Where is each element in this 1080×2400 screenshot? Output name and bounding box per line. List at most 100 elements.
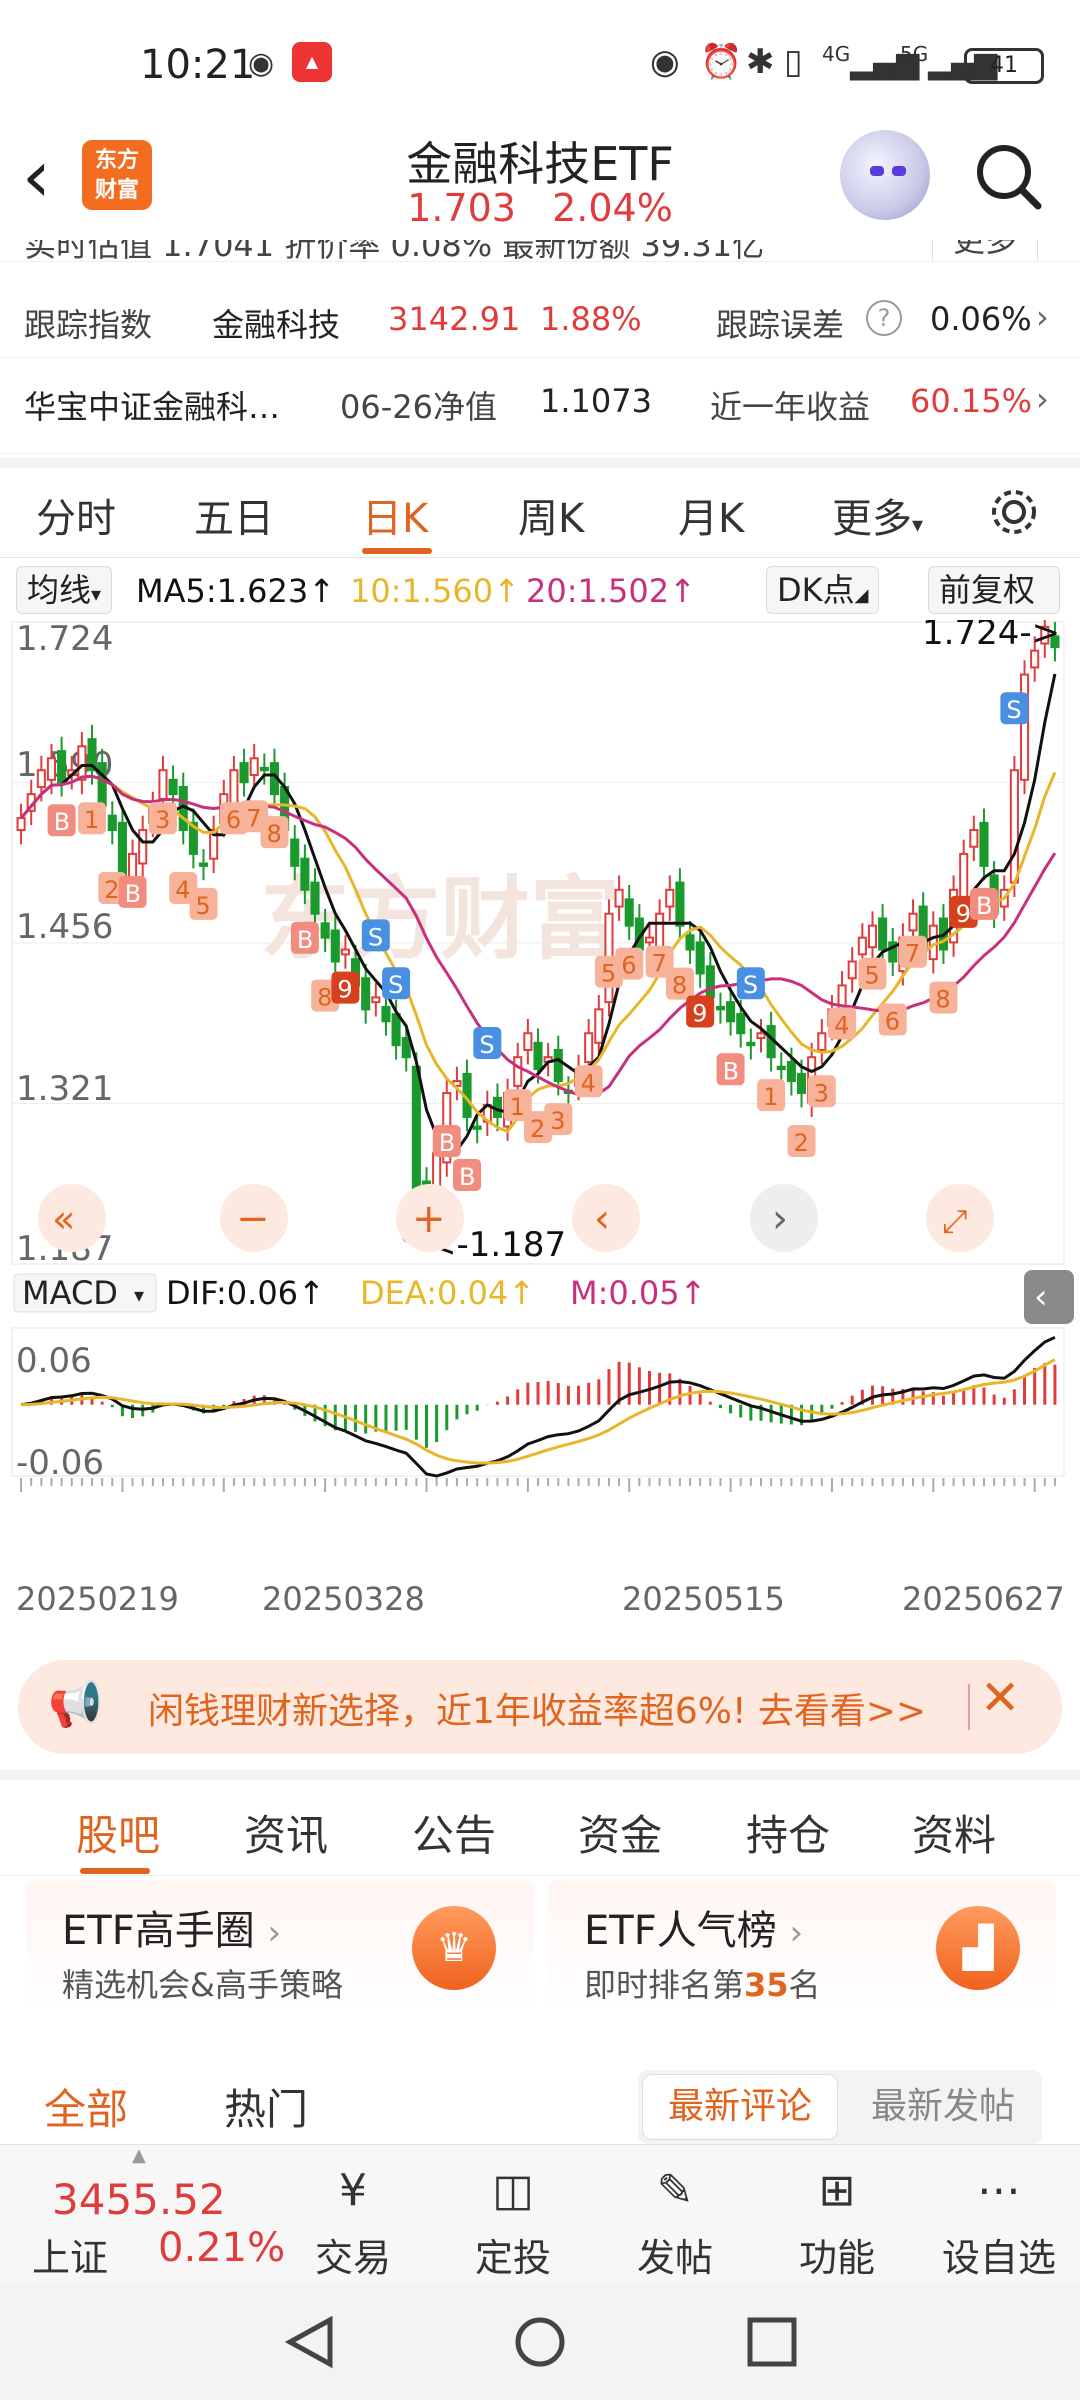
- signal-label: 2: [104, 876, 119, 904]
- add-watchlist-button[interactable]: ⋯ 设自选: [934, 2155, 1064, 2282]
- info-row-1: 跟踪指数 金融科技 3142.91 1.88% 跟踪误差 ? 0.06% ›: [0, 278, 1080, 358]
- help-icon[interactable]: ?: [866, 300, 902, 336]
- adjust-select[interactable]: 前复权: [928, 566, 1060, 614]
- nav-back-icon[interactable]: [282, 2314, 338, 2370]
- period-tabs: 分时 五日 日K 周K 月K 更多▾: [0, 458, 1080, 558]
- tab-daily-k[interactable]: 日K: [362, 486, 428, 544]
- max-price-label: 1.724->: [922, 620, 1060, 653]
- etf-expert-circle-card[interactable]: ETF高手圈 › 精选机会&高手策略 ♛: [26, 1880, 534, 2010]
- candle-body: [533, 1041, 543, 1071]
- tab-funds[interactable]: 资金: [578, 1802, 662, 1863]
- candle-body: [715, 1005, 725, 1011]
- filter-all[interactable]: 全部: [44, 2076, 128, 2137]
- date-axis-ticks: [20, 1478, 1056, 1492]
- rank-prefix: 即时排名第: [584, 1966, 745, 2004]
- tab-more[interactable]: 更多▾: [832, 486, 923, 544]
- filter-hot[interactable]: 热门: [224, 2076, 308, 2137]
- candle-body: [158, 769, 168, 800]
- candle-body: [908, 912, 918, 932]
- current-price: 1.703: [407, 186, 516, 230]
- candle-body: [1009, 769, 1019, 884]
- ad-text[interactable]: 闲钱理财新选择，近1年收益率超6%! 去看看>>: [148, 1682, 926, 1734]
- macd-dif: DIF:0.06↑: [166, 1274, 325, 1312]
- tab-announcements[interactable]: 公告: [412, 1802, 496, 1863]
- post-label: 发帖: [636, 2236, 713, 2280]
- tab-five-day[interactable]: 五日: [194, 486, 274, 544]
- tab-news[interactable]: 资讯: [244, 1802, 328, 1863]
- candle-body: [857, 936, 867, 956]
- candle-body: [330, 929, 340, 963]
- tab-profile[interactable]: 资料: [912, 1802, 996, 1863]
- candle-body: [320, 922, 330, 939]
- candle-body: [97, 762, 107, 808]
- chevron-right-icon[interactable]: ›: [1036, 298, 1049, 336]
- candle-body: [1019, 673, 1030, 781]
- ad-banner[interactable]: 📢 闲钱理财新选择，近1年收益率超6%! 去看看>> ✕: [18, 1660, 1062, 1754]
- back-icon[interactable]: ‹: [22, 140, 82, 214]
- card-title-text: ETF人气榜: [584, 1908, 777, 1954]
- logo-line2: 财富: [94, 178, 139, 203]
- candle-body: [685, 934, 695, 951]
- tab-guba[interactable]: 股吧: [76, 1802, 160, 1863]
- signal-label: 9: [692, 999, 707, 1027]
- candle-body: [553, 1049, 563, 1083]
- settings-gear-icon[interactable]: [986, 484, 1042, 540]
- collapse-panel-button[interactable]: [1024, 1270, 1074, 1324]
- candle-body: [249, 757, 259, 777]
- page-title: 金融科技ETF: [406, 137, 674, 191]
- grid-icon: ⊞: [818, 2165, 856, 2216]
- app-logo[interactable]: 东方 财富: [82, 140, 152, 210]
- candle-body: [138, 829, 148, 865]
- tab-monthly-k[interactable]: 月K: [678, 486, 744, 544]
- candle-body: [168, 778, 178, 796]
- nav-date-label: 06-26净值: [340, 388, 497, 426]
- caret-up-icon[interactable]: ▲: [132, 2145, 146, 2166]
- one-year-return-label: 近一年收益: [710, 388, 871, 426]
- signal-label: 6: [621, 952, 636, 980]
- rank-number: 35: [744, 1966, 789, 2004]
- add-watchlist-label: 设自选: [941, 2236, 1056, 2280]
- candle-body: [655, 912, 665, 949]
- sort-segment: 最新评论 最新发帖: [638, 2070, 1042, 2144]
- assistant-robot-icon[interactable]: [840, 130, 930, 220]
- chevron-right-icon[interactable]: ›: [1036, 380, 1049, 418]
- signal-label: 3: [155, 806, 170, 834]
- sh-index-value[interactable]: 3455.52: [52, 2175, 226, 2224]
- chevron-right-icon: ›: [789, 1913, 804, 1953]
- nav-recents-icon[interactable]: [744, 2314, 800, 2370]
- macd-m: M:0.05↑: [570, 1274, 706, 1312]
- tab-holdings[interactable]: 持仓: [746, 1802, 830, 1863]
- fixed-invest-button[interactable]: ◫ 定投: [448, 2155, 578, 2282]
- signal-label: 3: [550, 1107, 565, 1135]
- functions-button[interactable]: ⊞ 功能: [772, 2155, 902, 2282]
- ma-select[interactable]: 均线▾: [16, 566, 113, 614]
- signal-label: 5: [601, 960, 616, 988]
- chart-icon: ◫: [492, 2165, 534, 2216]
- nav-home-icon[interactable]: [512, 2314, 568, 2370]
- more-button[interactable]: 更多: [932, 240, 1039, 261]
- minus-icon: −: [236, 1196, 270, 1242]
- fund-name[interactable]: 华宝中证金融科…: [24, 382, 280, 428]
- tab-weekly-k[interactable]: 周K: [518, 486, 584, 544]
- kline-chart[interactable]: 东方财富 1.724 1.590 1.456 1.321 1.187 B12B3…: [0, 620, 1080, 1660]
- search-icon[interactable]: [972, 140, 1044, 212]
- dk-point-select[interactable]: DK点◢: [766, 566, 880, 614]
- signal-5g-label: 5G: [900, 42, 929, 66]
- tab-intraday[interactable]: 分时: [36, 486, 116, 544]
- etf-popularity-card[interactable]: ETF人气榜 › 即时排名第35名 ▟: [548, 1880, 1056, 2010]
- fixed-invest-label: 定投: [474, 2236, 551, 2280]
- battery-level: 41: [990, 53, 1018, 78]
- expand-icon: ⤢: [942, 1202, 968, 1240]
- system-nav-bar: [0, 2284, 1080, 2400]
- candle-body: [46, 757, 57, 781]
- trade-button[interactable]: ¥ 交易: [288, 2155, 418, 2282]
- close-icon[interactable]: ✕: [980, 1670, 1020, 1726]
- signal-label: 1: [763, 1083, 778, 1111]
- sort-newest-post[interactable]: 最新发帖: [858, 2074, 1028, 2140]
- track-index-name[interactable]: 金融科技: [212, 300, 340, 346]
- post-button[interactable]: ✎ 发帖: [610, 2155, 740, 2282]
- candle-body: [695, 941, 705, 975]
- sort-newest-comment[interactable]: 最新评论: [642, 2074, 838, 2140]
- trade-label: 交易: [314, 2236, 391, 2280]
- candle-body: [726, 1001, 736, 1023]
